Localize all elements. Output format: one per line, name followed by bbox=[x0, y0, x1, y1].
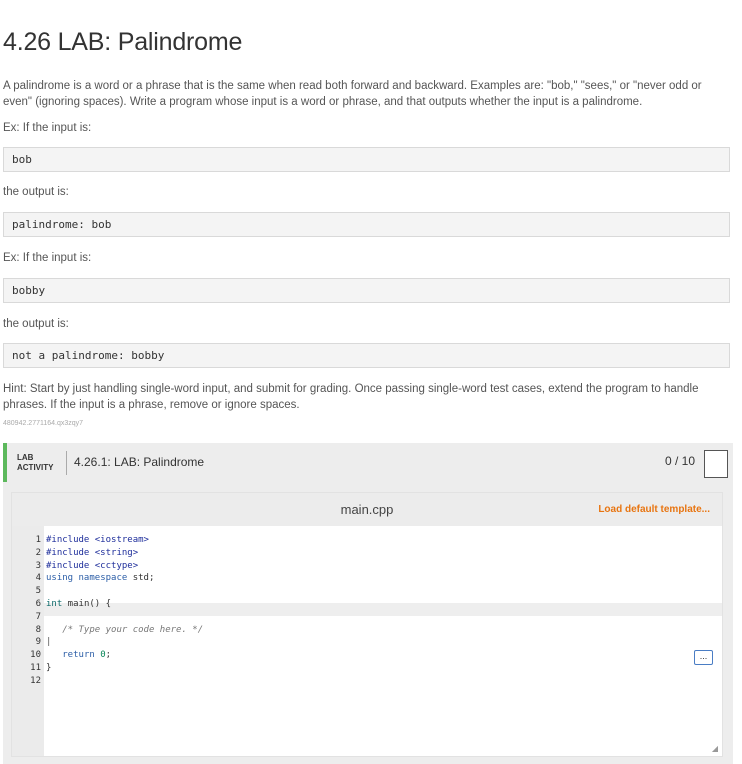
example2-output: not a palindrome: bobby bbox=[3, 343, 730, 368]
line-numbers: 1 2 3 4 5 6 7 8 9 10 11 12 bbox=[30, 535, 41, 686]
code-line: #include <iostream> bbox=[46, 535, 149, 545]
code-line: return 0; bbox=[62, 650, 112, 661]
lab-tag-line2: ACTIVITY bbox=[17, 463, 54, 472]
line-number-gutter: 1 2 3 4 5 6 7 8 9 10 11 12 bbox=[12, 526, 44, 756]
activity-id: 480942.2771164.qx3zqy7 bbox=[3, 420, 84, 427]
load-default-template-link[interactable]: Load default template... bbox=[598, 504, 710, 515]
code-editor[interactable]: #include <iostream> #include <string> #i… bbox=[46, 534, 203, 675]
code-line: /* Type your code here. */ bbox=[46, 624, 204, 635]
example1-output: palindrome: bob bbox=[3, 212, 730, 237]
example2-input: bobby bbox=[3, 278, 730, 303]
page-title: 4.26 LAB: Palindrome bbox=[3, 28, 243, 56]
hint-text: Hint: Start by just handling single-word… bbox=[3, 383, 699, 411]
code-line: using namespace std; bbox=[46, 573, 155, 584]
example1-output-label: the output is: bbox=[3, 186, 69, 198]
header-divider bbox=[66, 451, 67, 475]
lab-activity-tag: LAB ACTIVITY bbox=[17, 453, 53, 473]
example1-input: bob bbox=[3, 147, 730, 172]
lab-description: A palindrome is a word or a phrase that … bbox=[3, 80, 702, 108]
lab-tag-line1: LAB bbox=[17, 453, 34, 462]
code-line: } bbox=[46, 662, 52, 673]
code-line: #include <cctype> bbox=[46, 560, 139, 571]
lab-name: 4.26.1: LAB: Palindrome bbox=[74, 455, 205, 469]
file-bar: main.cpp Load default template... bbox=[12, 493, 722, 526]
lab-activity: LAB ACTIVITY 4.26.1: LAB: Palindrome 0 /… bbox=[3, 443, 733, 764]
completion-box-icon bbox=[704, 450, 728, 478]
example1-intro: Ex: If the input is: bbox=[3, 122, 92, 134]
more-options-button[interactable]: ... bbox=[694, 650, 713, 665]
code-line: #include <string> bbox=[46, 547, 139, 558]
example2-intro: Ex: If the input is: bbox=[3, 252, 92, 264]
resize-handle-icon[interactable]: ◢ bbox=[712, 744, 718, 753]
code-editor-panel: main.cpp Load default template... 1 2 3 … bbox=[11, 492, 723, 757]
lab-header: LAB ACTIVITY 4.26.1: LAB: Palindrome 0 /… bbox=[3, 443, 733, 482]
code-line: int main() { bbox=[46, 598, 112, 609]
lab-score: 0 / 10 bbox=[665, 454, 696, 468]
example2-output-label: the output is: bbox=[3, 318, 69, 330]
code-line: | bbox=[46, 637, 52, 648]
